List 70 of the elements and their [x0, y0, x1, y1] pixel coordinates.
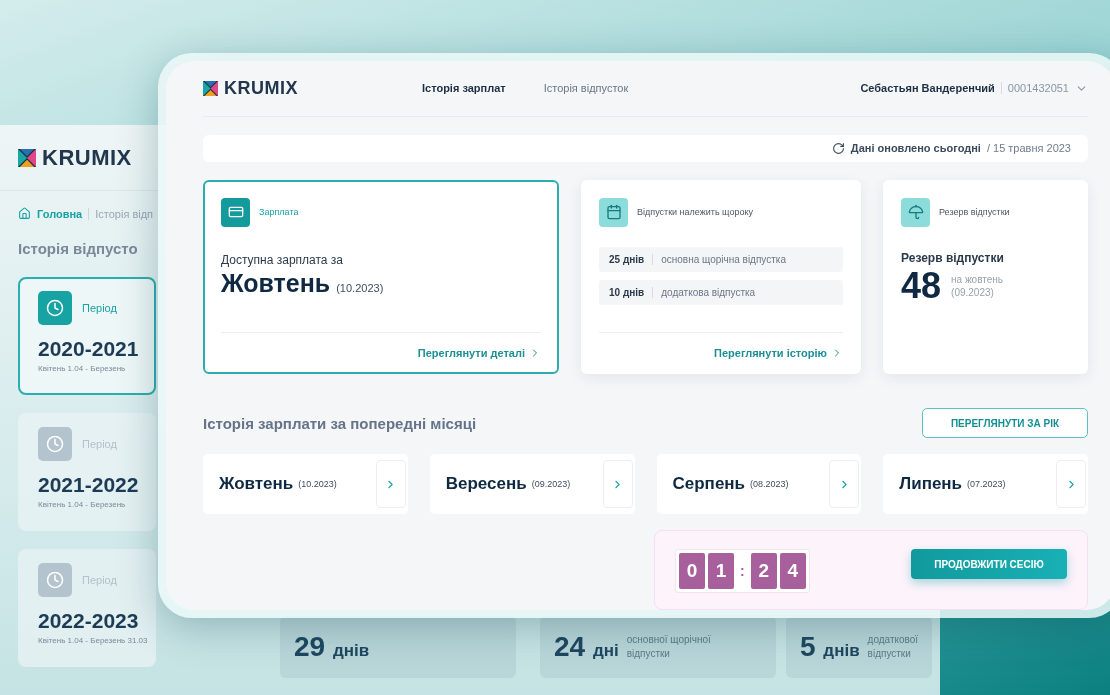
reserve-value: 48 — [901, 264, 942, 307]
clock-icon — [38, 427, 72, 461]
stat-note: додаткової відпустки — [867, 633, 920, 661]
timer-digit: 4 — [779, 553, 806, 589]
month-name: Серпень — [672, 474, 746, 494]
days-value: 10 днів — [599, 286, 654, 298]
logo-text: KRUMIX — [224, 77, 298, 99]
home-icon — [18, 207, 31, 220]
card-label: Резерв відпустки — [939, 207, 1010, 218]
view-year-button[interactable]: ПЕРЕГЛЯНУТИ ЗА РІК — [922, 408, 1088, 438]
update-date: / 15 травня 2023 — [986, 142, 1071, 155]
month-date: (10.2023) — [298, 479, 337, 489]
month-name: Жовтень — [219, 474, 294, 494]
refresh-icon[interactable] — [831, 141, 845, 155]
clock-icon — [38, 563, 72, 597]
card-subtitle: Доступна зарплата за — [221, 252, 344, 267]
period-dates: Квітень 1.04 - Березень — [38, 500, 127, 509]
period-dates: Квітень 1.04 - Березень — [38, 364, 127, 373]
days-description: додаткова відпустка — [660, 286, 756, 298]
user-id: 0001432051 — [1000, 82, 1069, 95]
credit-card-icon — [221, 197, 250, 227]
timer-separator: : — [739, 563, 746, 579]
stat-value: 29 днів — [294, 631, 370, 663]
period-dates: Квітень 1.04 - Березень 31.03 — [38, 636, 149, 645]
days-description: основна щорічна відпустка — [660, 253, 786, 265]
reserve-title: Резерв відпустки — [901, 250, 1005, 265]
card-label: Зарплата — [259, 207, 299, 218]
extend-session-button[interactable]: ПРОДОВЖИТИ СЕСІЮ — [911, 549, 1067, 579]
nav-tab[interactable]: Історія відпусток — [543, 82, 629, 95]
logo-mark-icon — [203, 80, 218, 96]
history-link[interactable]: Переглянути історію — [714, 346, 843, 359]
nav-tab[interactable]: Історія зарплат — [422, 82, 506, 95]
month-date: (10.2023) — [336, 281, 384, 294]
month-name: Липень — [899, 474, 963, 494]
timer-digit: 1 — [708, 553, 734, 589]
page-title: Історія відпусто — [18, 240, 139, 257]
period-years: 2021-2022 — [38, 473, 140, 497]
breadcrumb-link[interactable]: Головна — [37, 207, 83, 220]
month-date: (08.2023) — [750, 479, 789, 489]
umbrella-icon — [901, 197, 930, 227]
month-date: (07.2023) — [967, 479, 1006, 489]
logo-text: KRUMIX — [42, 144, 132, 171]
reserve-date: (09.2023) — [951, 285, 995, 299]
section-title: Історія зарплати за попередні місяці — [203, 414, 477, 432]
user-name: Себастьян Вандеренчий — [860, 82, 995, 95]
days-value: 25 днів — [599, 253, 654, 265]
stat-value: 24 дні — [554, 631, 619, 663]
update-status: Дані оновлено сьогодні — [850, 142, 981, 155]
timer-digit: 0 — [679, 553, 705, 589]
timer-digit: 2 — [750, 553, 777, 589]
open-month-button[interactable] — [602, 460, 633, 508]
calendar-icon — [599, 197, 628, 227]
breadcrumb-link[interactable]: Історія відп — [88, 207, 154, 220]
reserve-note: на жовтень — [951, 272, 1003, 286]
details-link[interactable]: Переглянути деталі — [417, 346, 541, 359]
open-month-button[interactable] — [829, 460, 860, 508]
period-years: 2020-2021 — [38, 337, 140, 361]
open-month-button[interactable] — [375, 460, 406, 508]
open-month-button[interactable] — [1056, 460, 1086, 508]
period-card[interactable]: Період 2020-2021 Квітень 1.04 - Березень — [18, 277, 156, 395]
clock-icon — [38, 291, 72, 325]
period-label: Період — [82, 302, 117, 314]
card-label: Відпустки належить щороку — [637, 207, 753, 218]
month-name: Вересень — [445, 474, 527, 494]
period-years: 2022-2023 — [38, 609, 140, 633]
stat-value: 5 днів — [800, 631, 860, 663]
month-name: Жовтень — [221, 268, 331, 298]
month-date: (09.2023) — [531, 479, 571, 489]
logo-mark-icon — [18, 148, 36, 167]
stat-note: основної щорічної відпустки — [626, 633, 712, 661]
